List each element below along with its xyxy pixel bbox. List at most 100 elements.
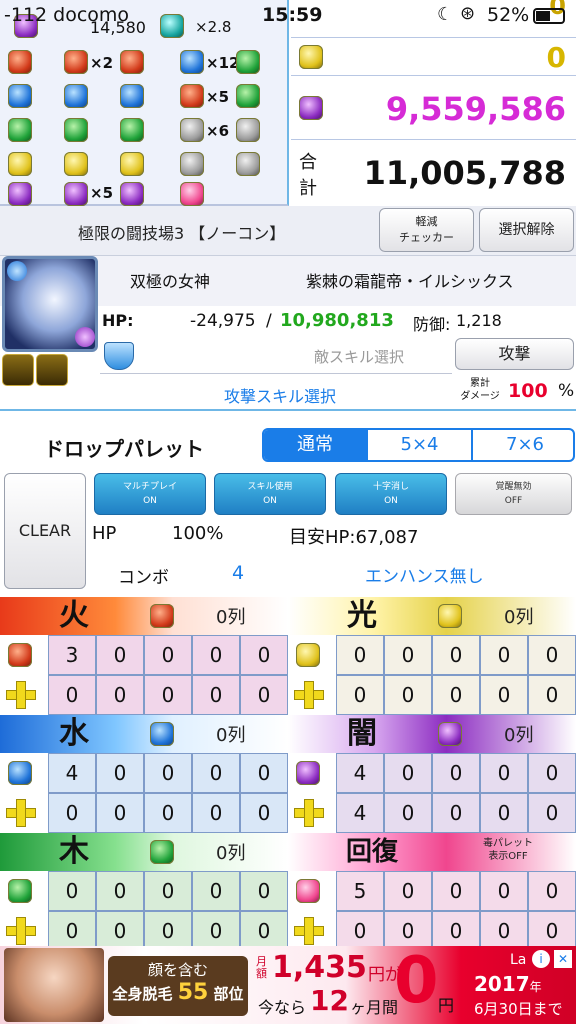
enemy-skill-select[interactable]: 敵スキル選択 bbox=[100, 340, 452, 374]
board-cell[interactable]: 4 bbox=[336, 753, 384, 793]
attack-button[interactable]: 攻撃 bbox=[455, 338, 574, 370]
board-cell[interactable]: 0 bbox=[384, 675, 432, 715]
clock: 15:59 bbox=[262, 4, 323, 26]
board-cell[interactable]: 3 bbox=[48, 635, 96, 675]
enemy-portrait[interactable] bbox=[2, 256, 98, 352]
board-cell[interactable]: 0 bbox=[528, 871, 576, 911]
board-count-dark[interactable]: 0列 bbox=[504, 721, 533, 747]
enhance-select[interactable]: エンハンス無し bbox=[365, 562, 484, 587]
board-cell[interactable]: 0 bbox=[144, 635, 192, 675]
board-cell[interactable]: 0 bbox=[432, 871, 480, 911]
hp-max: 10,980,813 bbox=[280, 310, 394, 331]
board-row-orb-icon-dark[interactable] bbox=[438, 722, 462, 746]
board-cell[interactable]: 0 bbox=[192, 753, 240, 793]
board-cell[interactable]: 0 bbox=[144, 793, 192, 833]
board-cell[interactable]: 0 bbox=[48, 871, 96, 911]
board-row-orb-icon-fire[interactable] bbox=[150, 604, 174, 628]
board-cell[interactable]: 0 bbox=[528, 753, 576, 793]
clear-selection-button[interactable]: 選択解除 bbox=[479, 208, 574, 252]
board-cell[interactable]: 0 bbox=[240, 871, 288, 911]
board-cell[interactable]: 0 bbox=[192, 793, 240, 833]
awaken-disable-toggle[interactable]: 覚醒無効 OFF bbox=[455, 473, 572, 515]
combo-value[interactable]: 4 bbox=[232, 562, 244, 584]
hp-percent[interactable]: 100% bbox=[172, 523, 223, 544]
board-cell[interactable]: 0 bbox=[96, 793, 144, 833]
ad-info-icon[interactable]: i bbox=[532, 950, 550, 968]
fire-row-orb-icon bbox=[120, 50, 144, 74]
tab-5x4[interactable]: 5×4 bbox=[366, 430, 471, 460]
battery-icon bbox=[533, 8, 565, 24]
board-cell[interactable]: 0 bbox=[480, 871, 528, 911]
cross-clear-toggle[interactable]: 十字消し ON bbox=[335, 473, 447, 515]
board-cell[interactable]: 0 bbox=[240, 793, 288, 833]
enemy-skill-placeholder: 敵スキル選択 bbox=[314, 348, 405, 366]
board-cell[interactable]: 5 bbox=[336, 871, 384, 911]
board-count-water[interactable]: 0列 bbox=[216, 721, 245, 747]
board-cell[interactable]: 0 bbox=[384, 635, 432, 675]
board-cell[interactable]: 0 bbox=[48, 675, 96, 715]
board-cell[interactable]: 0 bbox=[480, 753, 528, 793]
board-cell[interactable]: 4 bbox=[336, 793, 384, 833]
board-cell[interactable]: 0 bbox=[336, 911, 384, 951]
board-cell[interactable]: 0 bbox=[192, 871, 240, 911]
board-cell[interactable]: 0 bbox=[432, 635, 480, 675]
board-count-light[interactable]: 0列 bbox=[504, 603, 533, 629]
board-cell[interactable]: 0 bbox=[432, 675, 480, 715]
board-cell[interactable]: 0 bbox=[96, 871, 144, 911]
board-cell[interactable]: 0 bbox=[240, 911, 288, 951]
board-cell[interactable]: 0 bbox=[48, 911, 96, 951]
leader-name[interactable]: 双極の女神 bbox=[130, 268, 210, 292]
board-cell[interactable]: 4 bbox=[48, 753, 96, 793]
board-count-wood[interactable]: 0列 bbox=[216, 839, 245, 865]
clear-palette-button[interactable]: CLEAR bbox=[4, 473, 86, 589]
board-cell[interactable]: 0 bbox=[144, 753, 192, 793]
attack-skill-select[interactable]: 攻撃スキル選択 bbox=[224, 383, 336, 407]
board-row-orb-icon-wood[interactable] bbox=[150, 840, 174, 864]
board-cell[interactable]: 0 bbox=[480, 911, 528, 951]
board-cell[interactable]: 0 bbox=[192, 911, 240, 951]
board-row-orb-icon-water[interactable] bbox=[150, 722, 174, 746]
dungeon-name[interactable]: 極限の闘技場3 【ノーコン】 bbox=[78, 220, 285, 244]
board-cell[interactable]: 0 bbox=[192, 635, 240, 675]
board-cell[interactable]: 0 bbox=[48, 793, 96, 833]
board-cell[interactable]: 0 bbox=[528, 635, 576, 675]
multiplay-toggle[interactable]: マルチプレイ ON bbox=[94, 473, 206, 515]
board-cell[interactable]: 0 bbox=[144, 911, 192, 951]
board-cell[interactable]: 0 bbox=[336, 675, 384, 715]
board-cell[interactable]: 0 bbox=[528, 675, 576, 715]
board-cell[interactable]: 0 bbox=[192, 675, 240, 715]
enemy-name[interactable]: 紫棘の霜龍帝・イルシックス bbox=[306, 268, 514, 292]
board-cell[interactable]: 0 bbox=[384, 793, 432, 833]
cum-damage-percent[interactable]: 100 bbox=[508, 380, 548, 402]
ad-banner[interactable]: 顔を含む 全身脱毛 55 部位 月額 1,435 円が 今なら 12 ヶ月間 0… bbox=[0, 944, 576, 1024]
board-cell[interactable]: 0 bbox=[144, 675, 192, 715]
board-cell[interactable]: 0 bbox=[480, 675, 528, 715]
poison-palette-toggle[interactable]: 毒パレット 表示OFF bbox=[458, 837, 558, 863]
board-cell[interactable]: 0 bbox=[480, 793, 528, 833]
board-cell[interactable]: 0 bbox=[96, 911, 144, 951]
board-cell[interactable]: 0 bbox=[96, 635, 144, 675]
board-cell[interactable]: 0 bbox=[384, 871, 432, 911]
board-cell[interactable]: 0 bbox=[240, 635, 288, 675]
board-cell[interactable]: 0 bbox=[432, 753, 480, 793]
board-cell[interactable]: 0 bbox=[96, 675, 144, 715]
board-cell[interactable]: 0 bbox=[432, 793, 480, 833]
board-count-fire[interactable]: 0列 bbox=[216, 603, 245, 629]
ad-close-icon[interactable]: ✕ bbox=[554, 950, 572, 968]
damage-checker-button[interactable]: 軽減 チェッカー bbox=[379, 208, 474, 252]
board-cell[interactable]: 0 bbox=[528, 911, 576, 951]
board-cell[interactable]: 0 bbox=[480, 635, 528, 675]
board-cell[interactable]: 0 bbox=[336, 635, 384, 675]
board-cell[interactable]: 0 bbox=[96, 753, 144, 793]
tab-7x6[interactable]: 7×6 bbox=[471, 430, 573, 460]
tab-normal[interactable]: 通常 bbox=[264, 430, 366, 460]
board-cell[interactable]: 0 bbox=[240, 753, 288, 793]
board-cell[interactable]: 0 bbox=[528, 793, 576, 833]
board-cell[interactable]: 0 bbox=[432, 911, 480, 951]
board-cell[interactable]: 0 bbox=[240, 675, 288, 715]
skill-use-toggle[interactable]: スキル使用 ON bbox=[214, 473, 326, 515]
board-row-orb-icon-light[interactable] bbox=[438, 604, 462, 628]
board-cell[interactable]: 0 bbox=[384, 753, 432, 793]
board-cell[interactable]: 0 bbox=[144, 871, 192, 911]
l-shape-orb-icon bbox=[180, 84, 204, 108]
